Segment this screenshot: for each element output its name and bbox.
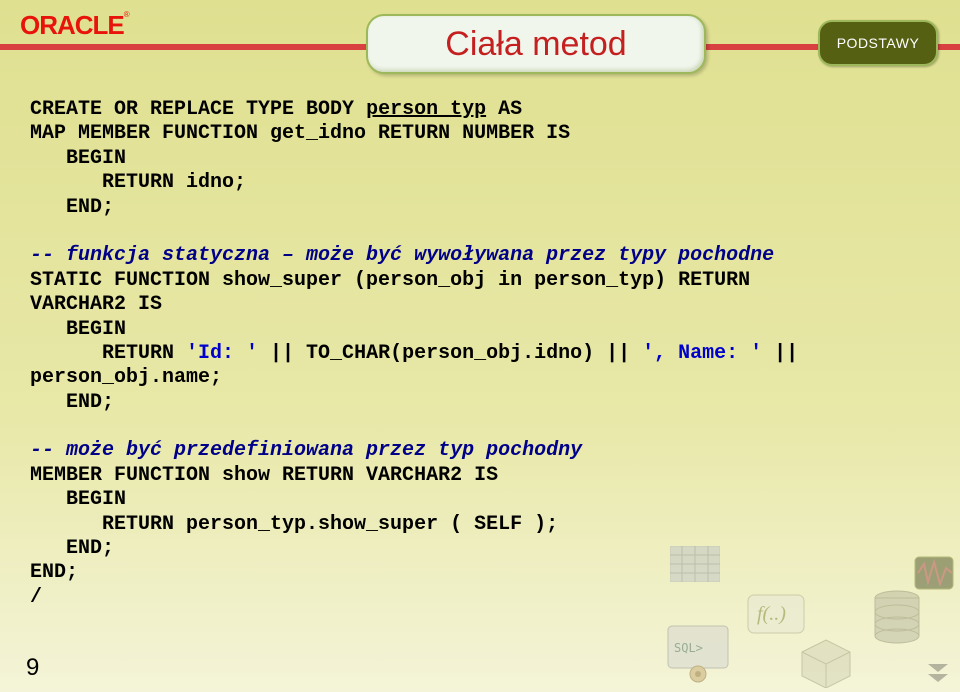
oracle-logo: ORACLE® bbox=[20, 10, 130, 41]
code-line: MEMBER FUNCTION show RETURN VARCHAR2 IS bbox=[30, 464, 498, 487]
code-line: END; bbox=[30, 561, 78, 584]
code-line: person_obj.name; bbox=[30, 366, 222, 389]
grid-icon bbox=[670, 546, 720, 582]
function-icon: f(..) bbox=[747, 594, 805, 634]
code-line: STATIC FUNCTION show_super (person_obj i… bbox=[30, 269, 750, 292]
code-line: END; bbox=[30, 196, 114, 219]
code-line: || bbox=[762, 342, 798, 365]
code-comment: -- funkcja statyczna – może być wywoływa… bbox=[30, 244, 774, 267]
code-line: BEGIN bbox=[30, 318, 126, 341]
page-number: 9 bbox=[26, 654, 39, 682]
code-line: MAP MEMBER FUNCTION get_idno RETURN NUMB… bbox=[30, 122, 570, 145]
sql-label: SQL> bbox=[674, 641, 703, 655]
decorative-icons: f(..) SQL> bbox=[630, 532, 960, 692]
code-line: END; bbox=[30, 391, 114, 414]
slide-title: Ciała metod bbox=[445, 25, 626, 64]
cube-icon bbox=[792, 632, 860, 688]
slide: ORACLE® Ciała metod PODSTAWY CREATE OR R… bbox=[0, 0, 960, 692]
code-line: / bbox=[30, 586, 42, 609]
code-line: || TO_CHAR(person_obj.idno) || bbox=[258, 342, 642, 365]
code-line: person_typ bbox=[366, 98, 486, 121]
code-line: VARCHAR2 IS bbox=[30, 293, 162, 316]
code-line: END; bbox=[30, 537, 114, 560]
svg-text:f(..): f(..) bbox=[757, 603, 786, 625]
code-comment: -- może być przedefiniowana przez typ po… bbox=[30, 439, 582, 462]
section-badge: PODSTAWY bbox=[818, 20, 938, 66]
code-string: ', Name: ' bbox=[642, 342, 762, 365]
chevron-down-icon bbox=[924, 658, 952, 686]
logo-text: ORACLE bbox=[20, 10, 124, 41]
code-line: CREATE OR REPLACE TYPE BODY bbox=[30, 98, 366, 121]
database-icon bbox=[872, 590, 922, 644]
code-line: RETURN bbox=[30, 342, 186, 365]
wave-icon bbox=[914, 556, 954, 590]
slide-title-box: Ciała metod bbox=[366, 14, 706, 74]
sql-icon: SQL> bbox=[666, 624, 730, 684]
logo-tm: ® bbox=[124, 10, 130, 19]
code-line: BEGIN bbox=[30, 488, 126, 511]
code-line: RETURN person_typ.show_super ( SELF ); bbox=[30, 513, 558, 536]
code-line: RETURN idno; bbox=[30, 171, 246, 194]
code-line: AS bbox=[486, 98, 522, 121]
section-badge-label: PODSTAWY bbox=[837, 35, 920, 51]
code-line: BEGIN bbox=[30, 147, 126, 170]
code-string: 'Id: ' bbox=[186, 342, 258, 365]
